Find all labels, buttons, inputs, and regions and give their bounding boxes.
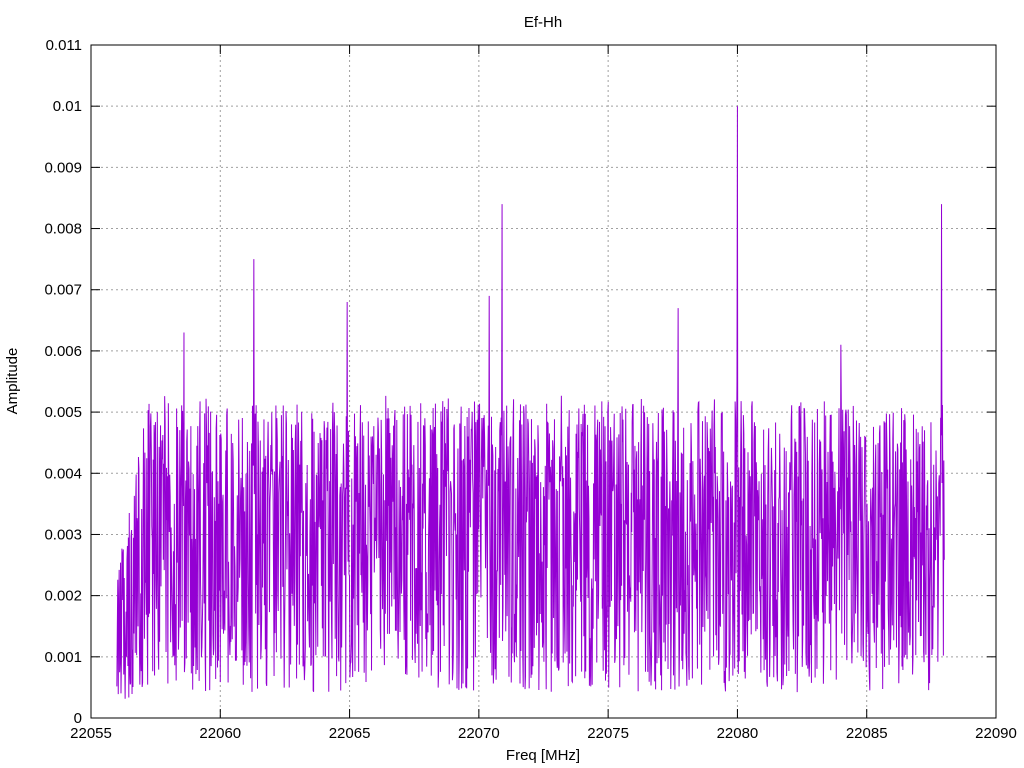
y-axis-label: Amplitude	[4, 348, 21, 415]
y-tick-label: 0.008	[44, 221, 82, 238]
chart-title: Ef-Hh	[524, 14, 562, 31]
y-tick-label: 0.006	[44, 343, 82, 360]
y-tick-label: 0.007	[44, 282, 82, 299]
y-tick-label: 0.003	[44, 526, 82, 543]
x-tick-label: 22070	[458, 725, 500, 742]
x-tick-label: 22085	[846, 725, 888, 742]
x-axis-label: Freq [MHz]	[506, 747, 580, 764]
y-tick-label: 0	[74, 710, 82, 727]
x-tick-label: 22065	[329, 725, 371, 742]
y-tick-label: 0.004	[44, 465, 82, 482]
y-tick-label: 0.005	[44, 404, 82, 421]
chart: Ef-Hh 22055 22060 22065 22070 22075 22080 2208…	[0, 0, 1024, 768]
x-tick-label: 22075	[587, 725, 629, 742]
y-tick-label: 0.01	[53, 98, 82, 115]
y-tick-label: 0.011	[46, 37, 82, 54]
x-tick-label: 22055	[70, 725, 112, 742]
y-tick-label: 0.009	[44, 159, 82, 176]
x-tick-label: 22090	[975, 725, 1017, 742]
x-tick-label: 22080	[717, 725, 759, 742]
y-tick-label: 0.001	[44, 649, 82, 666]
x-tick-label: 22060	[199, 725, 241, 742]
y-tick-label: 0.002	[44, 588, 82, 605]
